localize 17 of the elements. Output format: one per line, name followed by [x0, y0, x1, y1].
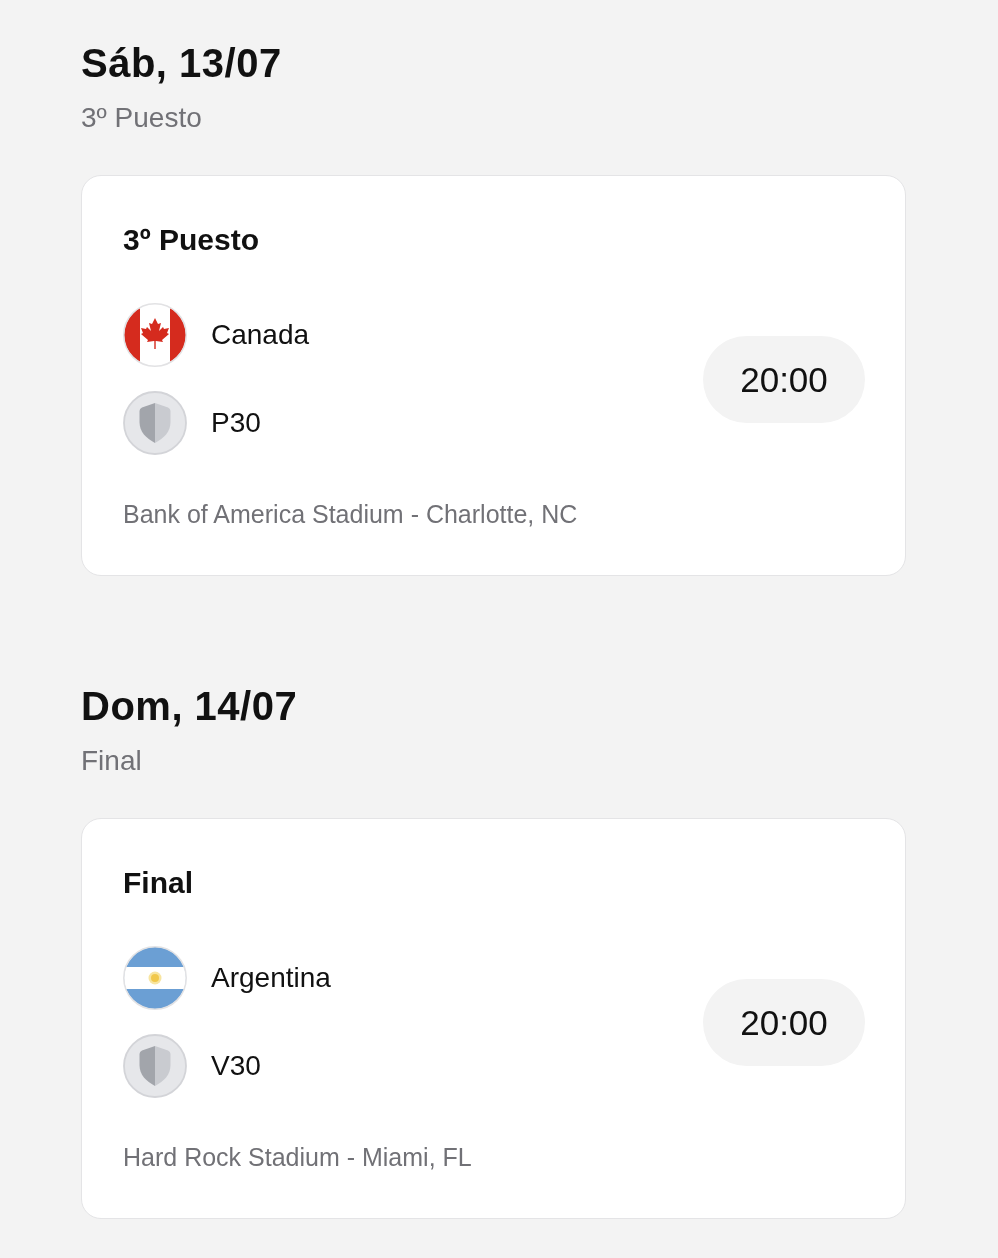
day-heading: Sáb, 13/07	[81, 40, 283, 87]
kickoff-time: 20:00	[703, 978, 865, 1066]
match-title: Final	[123, 865, 194, 901]
venue-text: Bank of America Stadium - Charlotte, NC	[123, 499, 579, 529]
team-name: P30	[211, 406, 261, 440]
match-title: 3º Puesto	[123, 222, 260, 258]
team-name: V30	[211, 1049, 261, 1083]
team-name: Argentina	[211, 961, 331, 995]
shield-icon	[123, 391, 187, 455]
venue-text: Hard Rock Stadium - Miami, FL	[123, 1142, 473, 1172]
canada-flag-icon	[123, 303, 187, 367]
stage-subtitle: Final	[81, 744, 143, 778]
shield-icon	[123, 1034, 187, 1098]
stage-subtitle: 3º Puesto	[81, 101, 203, 135]
kickoff-time: 20:00	[703, 335, 865, 423]
day-heading: Dom, 14/07	[81, 683, 299, 730]
team-name: Canada	[211, 318, 310, 352]
